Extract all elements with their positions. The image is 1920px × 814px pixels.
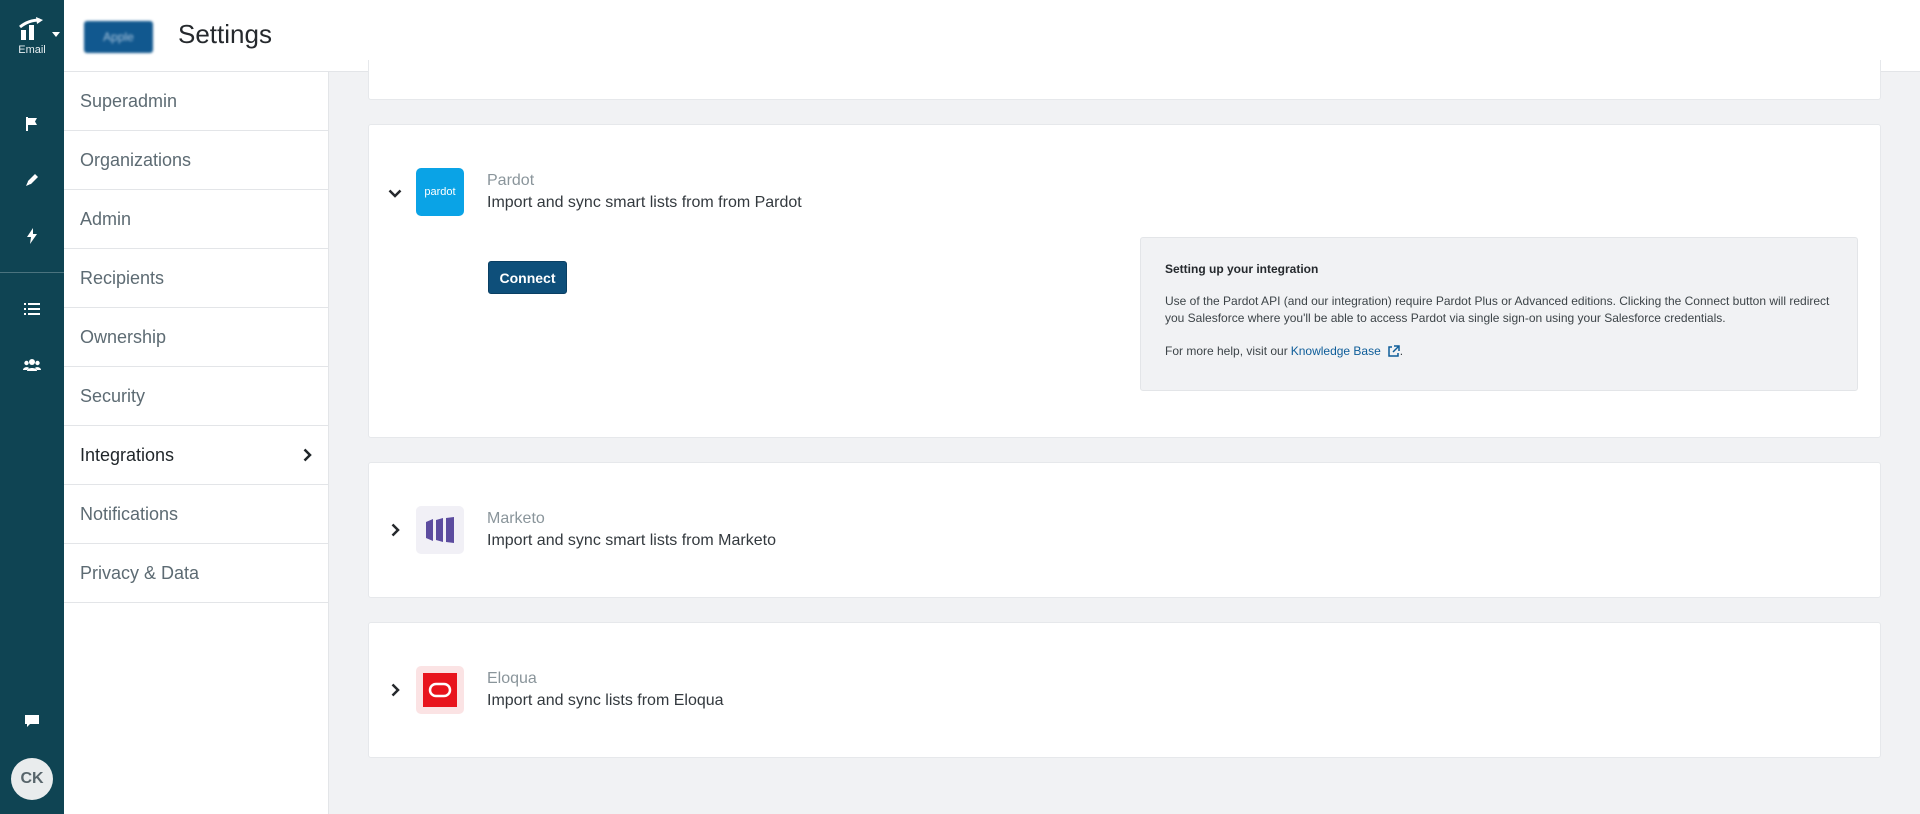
integration-name: Eloqua bbox=[487, 670, 537, 687]
users-icon[interactable] bbox=[0, 351, 64, 379]
help-more-suffix: . bbox=[1399, 344, 1404, 358]
external-link-icon[interactable] bbox=[1387, 344, 1400, 358]
product-switcher[interactable]: Email bbox=[0, 16, 64, 56]
sidebar-item-label: Ownership bbox=[80, 326, 167, 347]
sidebar-item-admin[interactable]: Admin bbox=[64, 190, 328, 249]
sidebar-item-label: Superadmin bbox=[80, 90, 178, 111]
integration-description: Import and sync smart lists from Marketo bbox=[487, 532, 776, 549]
knowledge-base-link[interactable]: Knowledge Base bbox=[1291, 344, 1381, 358]
integration-description: Import and sync lists from Eloqua bbox=[487, 692, 724, 709]
sidebar-item-notifications[interactable]: Notifications bbox=[64, 485, 328, 544]
integration-card-pardot: pardot Pardot Import and sync smart list… bbox=[368, 124, 1881, 438]
sidebar-item-organizations[interactable]: Organizations bbox=[64, 131, 328, 190]
pencil-icon[interactable] bbox=[0, 166, 64, 194]
collapse-toggle[interactable] bbox=[385, 183, 405, 203]
sidebar-item-security[interactable]: Security bbox=[64, 367, 328, 426]
sidebar-item-label: Recipients bbox=[80, 267, 165, 288]
expand-toggle[interactable] bbox=[385, 520, 405, 540]
oracle-logo-icon bbox=[423, 673, 457, 707]
list-icon[interactable] bbox=[0, 295, 64, 323]
integration-name: Marketo bbox=[487, 510, 545, 527]
sidebar-item-label: Admin bbox=[80, 208, 132, 229]
caret-down-icon bbox=[52, 32, 60, 37]
eloqua-logo bbox=[416, 666, 464, 714]
chevron-right-icon bbox=[391, 523, 400, 537]
integration-help-panel: Setting up your integration Use of the P… bbox=[1140, 237, 1858, 391]
integration-card-eloqua[interactable]: Eloqua Import and sync lists from Eloqua bbox=[368, 622, 1881, 758]
sidebar-item-ownership[interactable]: Ownership bbox=[64, 308, 328, 367]
sidebar-item-label: Privacy & Data bbox=[80, 562, 200, 583]
org-badge[interactable]: Apple bbox=[84, 21, 153, 53]
chevron-right-icon bbox=[391, 683, 400, 697]
help-body: Use of the Pardot API (and our integrati… bbox=[1165, 294, 1830, 325]
help-more-prefix: For more help, visit our bbox=[1165, 344, 1288, 358]
help-title: Setting up your integration bbox=[1165, 262, 1319, 276]
integration-name: Pardot bbox=[487, 172, 535, 189]
app-logo-icon bbox=[19, 17, 43, 40]
connect-button[interactable]: Connect bbox=[488, 261, 567, 294]
sidebar-item-integrations[interactable]: Integrations bbox=[64, 426, 328, 485]
expand-toggle[interactable] bbox=[385, 680, 405, 700]
rail-divider bbox=[0, 272, 64, 273]
integration-description: Import and sync smart lists from from Pa… bbox=[487, 194, 802, 211]
page-title: Settings bbox=[178, 19, 272, 49]
flag-icon[interactable] bbox=[0, 110, 64, 138]
sidebar-item-label: Organizations bbox=[80, 149, 192, 170]
sidebar-item-superadmin[interactable]: Superadmin bbox=[64, 72, 328, 131]
pardot-logo-text: pardot bbox=[424, 186, 456, 198]
chat-icon[interactable] bbox=[0, 707, 64, 735]
sidebar-item-recipients[interactable]: Recipients bbox=[64, 249, 328, 308]
chevron-down-icon bbox=[388, 189, 402, 198]
sidebar-item-privacy-data[interactable]: Privacy & Data bbox=[64, 544, 328, 603]
product-label: Email bbox=[18, 44, 46, 56]
marketo-logo bbox=[416, 506, 464, 554]
integration-card-marketo[interactable]: Marketo Import and sync smart lists from… bbox=[368, 462, 1881, 598]
bolt-icon[interactable] bbox=[0, 222, 64, 250]
marketo-bars-icon bbox=[426, 517, 454, 543]
chevron-right-icon bbox=[303, 448, 312, 462]
avatar[interactable]: CK bbox=[11, 758, 53, 800]
sidebar-item-label: Integrations bbox=[80, 444, 175, 465]
settings-sidebar: Superadmin Organizations Admin Recipient… bbox=[64, 72, 329, 814]
pardot-logo: pardot bbox=[416, 168, 464, 216]
help-more: For more help, visit our Knowledge Base … bbox=[1165, 344, 1833, 358]
sidebar-item-label: Notifications bbox=[80, 503, 179, 524]
app-rail: Email CK bbox=[0, 0, 64, 814]
sidebar-item-label: Security bbox=[80, 385, 146, 406]
integration-card-previous bbox=[368, 60, 1881, 100]
